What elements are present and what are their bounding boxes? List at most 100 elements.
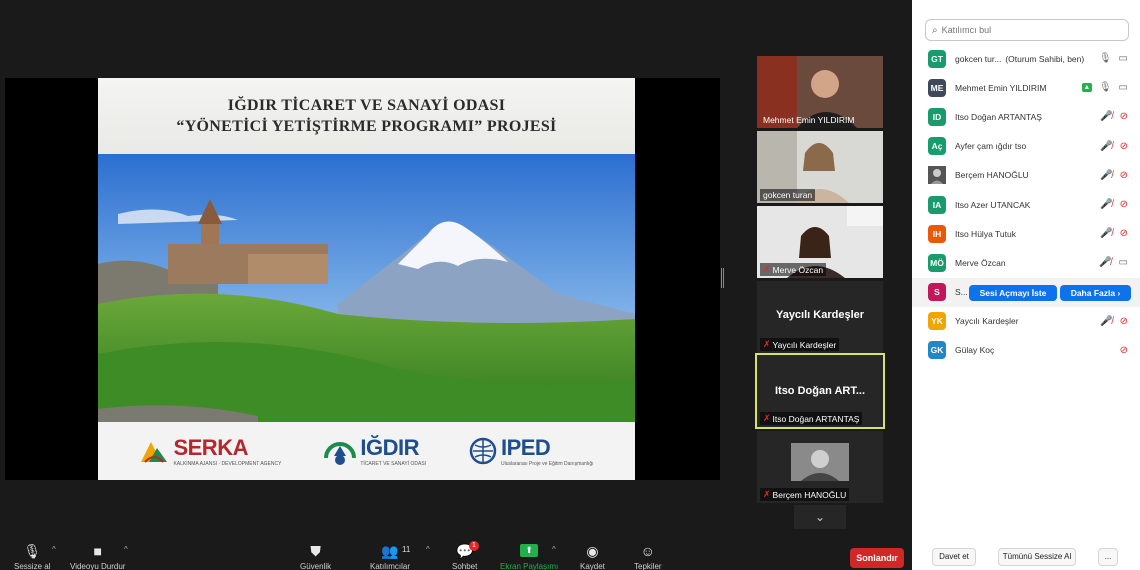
mute-label: Sessize al	[14, 562, 51, 570]
participant-name: Itso Doğan ARTANTAŞ	[955, 111, 1042, 122]
ask-to-unmute-button[interactable]: Sesi Açmayı İste	[969, 284, 1057, 301]
video-camera-icon[interactable]: ▭	[1119, 53, 1128, 64]
avatar: ID	[928, 107, 946, 126]
participant-row[interactable]: IH Itso Hülya Tutuk 🎤̸ ⊘	[912, 219, 1140, 248]
screen-sharing-icon: ▲	[1081, 83, 1092, 93]
participant-name: Itso Azer UTANCAK	[955, 199, 1031, 210]
participant-row[interactable]: YK Yaycılı Kardeşler 🎤̸ ⊘	[912, 307, 1140, 336]
avatar: YK	[928, 312, 946, 331]
participant-row[interactable]: ID Itso Doğan ARTANTAŞ 🎤̸ ⊘	[912, 102, 1140, 131]
mic-muted-icon[interactable]: 🎤̸	[1100, 170, 1112, 181]
avatar: ME	[928, 78, 946, 97]
panel-footer: Davet et Tümünü Sessize Al ...	[912, 548, 1140, 570]
invite-button[interactable]: Davet et	[932, 548, 976, 566]
reactions-button[interactable]: ☺ Tepkiler	[634, 540, 662, 570]
screen-share-view: IĞDIR TİCARET VE SANAYİ ODASI “YÖNETİCİ …	[5, 78, 720, 480]
participant-name: Gülay Koç	[955, 345, 995, 356]
participant-search[interactable]: ⌕	[925, 19, 1129, 41]
record-icon: ◉	[586, 543, 599, 559]
slide-title-line1: IĞDIR TİCARET VE SANAYİ ODASI	[227, 97, 506, 114]
more-actions-button[interactable]: ...	[1098, 548, 1118, 566]
mic-muted-icon: ✗	[763, 413, 771, 423]
end-meeting-button[interactable]: Sonlandır	[850, 548, 904, 568]
tile-name: Berçem HANOĞLU	[772, 489, 847, 500]
participants-panel: ⌕ GT gokcen tur... (Oturum Sahibi, ben) …	[912, 0, 1140, 570]
participants-count: 11	[402, 545, 411, 554]
participant-row[interactable]: Berçem HANOĞLU 🎤̸ ⊘	[912, 161, 1140, 190]
mic-muted-icon[interactable]: 🎤̸	[1100, 228, 1112, 239]
tile-name-tag: ✗ Merve Özcan	[760, 263, 827, 276]
video-off-icon[interactable]: ⊘	[1120, 111, 1128, 122]
share-screen-button[interactable]: ⬆ Ekran Paylaşımı	[500, 540, 558, 570]
participant-role: (Oturum Sahibi, ben)	[1005, 53, 1085, 64]
video-off-icon[interactable]: ⊘	[1120, 345, 1128, 356]
share-options-caret[interactable]: ^	[552, 545, 556, 554]
mic-muted-icon[interactable]: 🎤̸	[1100, 111, 1112, 122]
microphone-icon: 🎙	[23, 543, 42, 559]
mute-all-button[interactable]: Tümünü Sessize Al	[998, 548, 1076, 566]
meeting-toolbar: 🎙 Sessize al ^ ■ Videoyu Durdur ^ ⛊ Güve…	[0, 540, 912, 570]
split-resize-handle[interactable]	[721, 268, 724, 288]
video-camera-icon[interactable]: ▭	[1119, 257, 1128, 268]
video-tile-gokcen[interactable]: gokcen turan	[757, 131, 883, 203]
slide-landscape-photo	[98, 154, 635, 422]
slide-title-line2: “YÖNETİCİ YETİŞTİRME PROGRAMI” PROJESİ	[176, 118, 557, 135]
video-tile-yaycili[interactable]: Yaycılı Kardeşler ✗ Yaycılı Kardeşler	[757, 281, 883, 353]
igdir-logo-text: IĞDIR	[360, 435, 419, 460]
more-options-button[interactable]: Daha Fazla ›	[1060, 284, 1131, 301]
security-label: Güvenlik	[300, 562, 332, 570]
tile-name-tag: ✗ Yaycılı Kardeşler	[760, 338, 840, 351]
video-off-icon[interactable]: ⊘	[1120, 141, 1128, 152]
participant-search-input[interactable]	[941, 25, 1112, 35]
tile-name: Itso Doğan ARTANTAŞ	[772, 413, 860, 424]
video-tile-mehmet[interactable]: Mehmet Emin YILDIRIM	[757, 56, 883, 128]
video-off-icon[interactable]: ⊘	[1120, 170, 1128, 181]
smiley-icon: ☺	[640, 543, 655, 559]
video-tile-itso-dogan[interactable]: Itso Doğan ART... ✗ Itso Doğan ARTANTAŞ	[755, 353, 885, 429]
microphone-icon[interactable]: 🎙	[1099, 53, 1112, 64]
video-options-caret[interactable]: ^	[124, 545, 128, 554]
share-label: Ekran Paylaşımı	[500, 562, 559, 570]
video-tile-bercem[interactable]: ✗ Berçem HANOĞLU	[757, 431, 883, 503]
video-off-icon[interactable]: ⊘	[1120, 316, 1128, 327]
stop-video-button[interactable]: ■ Videoyu Durdur	[70, 540, 125, 570]
participant-row[interactable]: IA Itso Azer UTANCAK 🎤̸ ⊘	[912, 190, 1140, 219]
mic-muted-icon[interactable]: 🎤̸	[1100, 199, 1112, 210]
video-tile-merve[interactable]: ✗ Merve Özcan	[757, 206, 883, 278]
mute-button[interactable]: 🎙 Sessize al	[14, 540, 50, 570]
video-camera-icon[interactable]: ▭	[1119, 82, 1128, 93]
participant-name: Mehmet Emin YILDIRIM	[955, 82, 1047, 93]
participant-row[interactable]: GK Gülay Koç ⊘	[912, 336, 1140, 365]
mic-muted-icon: ✗	[763, 489, 771, 499]
audio-options-caret[interactable]: ^	[52, 545, 56, 554]
tile-name: Yaycılı Kardeşler	[772, 339, 837, 350]
video-off-icon[interactable]: ⊘	[1120, 228, 1128, 239]
participants-options-caret[interactable]: ^	[426, 545, 430, 554]
participant-row[interactable]: ME Mehmet Emin YILDIRIM ▲ 🎙 ▭	[912, 73, 1140, 102]
igdir-tso-logo: IĞDIR TİCARET VE SANAYİ ODASI	[324, 435, 426, 467]
participant-row[interactable]: Aç Ayfer çam ığdır tso 🎤̸ ⊘	[912, 132, 1140, 161]
avatar: IA	[928, 195, 946, 214]
iped-logo-text: IPED	[500, 435, 551, 460]
participant-name: S...	[955, 287, 968, 298]
chevron-right-icon: ›	[1117, 287, 1121, 298]
participant-row[interactable]: GT gokcen tur... (Oturum Sahibi, ben) 🎙 ▭	[912, 44, 1140, 73]
tile-name-tag: ✗ Berçem HANOĞLU	[760, 488, 850, 501]
slide-logo-strip: SERKA KALKINMA AJANSI · DEVELOPMENT AGEN…	[98, 422, 635, 480]
video-off-icon[interactable]: ⊘	[1120, 199, 1128, 210]
security-button[interactable]: ⛊ Güvenlik	[300, 540, 331, 570]
tiles-scroll-down-button[interactable]: ⌄	[794, 505, 846, 529]
tile-center-name: Yaycılı Kardeşler	[775, 309, 865, 321]
mic-muted-icon[interactable]: 🎤̸	[1100, 316, 1112, 327]
tile-name-tag: Mehmet Emin YILDIRIM	[760, 114, 857, 126]
chevron-down-icon: ⌄	[814, 510, 826, 524]
mic-muted-icon[interactable]: 🎤̸	[1099, 257, 1111, 268]
record-button[interactable]: ◉ Kaydet	[580, 540, 605, 570]
participant-name: Yaycılı Kardeşler	[955, 316, 1019, 327]
avatar: MÖ	[928, 253, 946, 272]
microphone-icon[interactable]: 🎙	[1099, 82, 1112, 93]
participant-row[interactable]: MÖ Merve Özcan 🎤̸ ▭	[912, 248, 1140, 277]
igdir-logo-sub: TİCARET VE SANAYİ ODASI	[360, 461, 427, 467]
mic-muted-icon[interactable]: 🎤̸	[1100, 141, 1112, 152]
participant-row[interactable]: S S... Sesi Açmayı İste Daha Fazla ›	[912, 277, 1140, 307]
